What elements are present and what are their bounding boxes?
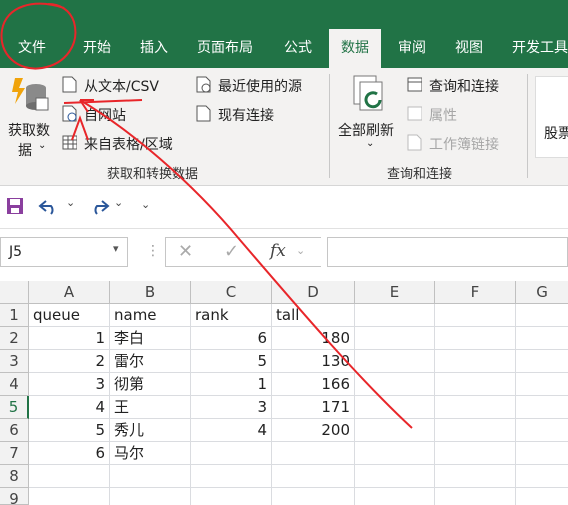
undo-dropdown-icon[interactable]: ⌄ (66, 196, 75, 209)
properties-icon (407, 106, 422, 121)
tab-developer[interactable]: 开发工具 (512, 37, 568, 57)
from-table-label: 来自表格/区域 (84, 137, 173, 153)
formula-buttons: ✕ ✓ fx ⌄ (165, 237, 321, 267)
refresh-icon (353, 75, 383, 111)
chevron-down-icon: ⌄ (38, 140, 47, 151)
grid-lines (29, 304, 568, 505)
refresh-all-label: 全部刷新 (338, 123, 394, 139)
name-box[interactable]: J5 ▾ (0, 237, 128, 267)
queries-icon (407, 77, 422, 92)
group-separator (527, 74, 528, 178)
name-box-value: J5 (9, 244, 23, 260)
group-get-transform-label: 获取和转换数据 (107, 167, 199, 182)
save-icon[interactable] (6, 197, 24, 215)
edit-links-label: 工作簿链接 (429, 137, 499, 153)
group-queries-label: 查询和连接 (387, 167, 453, 182)
get-data-label-1: 获取数 (8, 123, 50, 139)
spreadsheet-grid: A B C D E F G 1 2 3 4 5 6 7 8 9 queue na… (0, 281, 568, 505)
chevron-down-icon: ▾ (113, 242, 119, 255)
recent-sources-label: 最近使用的源 (218, 79, 302, 95)
tab-view[interactable]: 视图 (455, 37, 483, 57)
formula-bar: J5 ▾ ⋮ ✕ ✓ fx ⌄ (0, 229, 568, 275)
chevron-down-icon: ⌄ (296, 244, 306, 257)
table-icon (62, 135, 77, 150)
enter-icon[interactable]: ✓ (224, 241, 239, 262)
from-web-button[interactable]: 自网站 (62, 103, 152, 125)
more-icon: ⋮ (146, 243, 160, 259)
stocks-label: 股票 (544, 126, 568, 142)
tab-file[interactable]: 文件 (18, 37, 46, 57)
get-data-button[interactable]: 获取数 据 ⌄ (4, 72, 56, 159)
recent-sources-icon (196, 76, 211, 93)
existing-connections-label: 现有连接 (218, 108, 274, 124)
refresh-all-button[interactable]: 全部刷新 ⌄ (336, 72, 404, 158)
edit-links-button[interactable]: 工作簿链接 (407, 132, 517, 154)
from-web-label: 自网站 (84, 108, 126, 124)
from-table-button[interactable]: 来自表格/区域 (62, 132, 192, 154)
tab-insert[interactable]: 插入 (140, 37, 168, 57)
tab-home[interactable]: 开始 (83, 37, 111, 57)
database-icon (12, 78, 49, 111)
ribbon-data-panel: 获取数 据 ⌄ 从文本/CSV 自网站 来自表格/区域 最近使用的源 现有连接 … (0, 68, 568, 186)
formula-input[interactable] (327, 237, 568, 267)
tab-page-layout[interactable]: 页面布局 (197, 37, 253, 57)
existing-connections-button[interactable]: 现有连接 (196, 103, 296, 125)
web-icon (62, 105, 77, 122)
tab-formulas[interactable]: 公式 (284, 37, 312, 57)
from-text-csv-button[interactable]: 从文本/CSV (62, 74, 182, 96)
quick-access-toolbar: ⌄ ⌄ ⌄ (0, 186, 568, 229)
recent-sources-button[interactable]: 最近使用的源 (196, 74, 316, 96)
ribbon-tab-bar: 文件 开始 插入 页面布局 公式 数据 审阅 视图 开发工具 (0, 0, 568, 68)
undo-icon[interactable] (38, 197, 62, 215)
customize-qat-icon[interactable]: ⌄ (141, 198, 150, 211)
text-file-icon (62, 76, 77, 93)
insert-function-icon[interactable]: fx (270, 241, 286, 261)
properties-label: 属性 (429, 108, 457, 124)
queries-connections-label: 查询和连接 (429, 79, 499, 95)
tab-review[interactable]: 审阅 (398, 37, 426, 57)
get-data-label-2: 据 (18, 143, 32, 159)
redo-dropdown-icon[interactable]: ⌄ (114, 196, 123, 209)
tab-data[interactable]: 数据 (329, 29, 381, 68)
connections-icon (196, 105, 211, 122)
cancel-icon[interactable]: ✕ (178, 241, 193, 262)
redo-icon[interactable] (86, 197, 110, 215)
properties-button[interactable]: 属性 (407, 103, 477, 125)
stocks-button[interactable]: 股票 (535, 76, 568, 158)
chevron-down-icon: ⌄ (366, 138, 375, 149)
group-separator (329, 74, 330, 178)
links-icon (407, 134, 422, 151)
from-text-csv-label: 从文本/CSV (84, 79, 159, 95)
queries-connections-button[interactable]: 查询和连接 (407, 74, 517, 96)
